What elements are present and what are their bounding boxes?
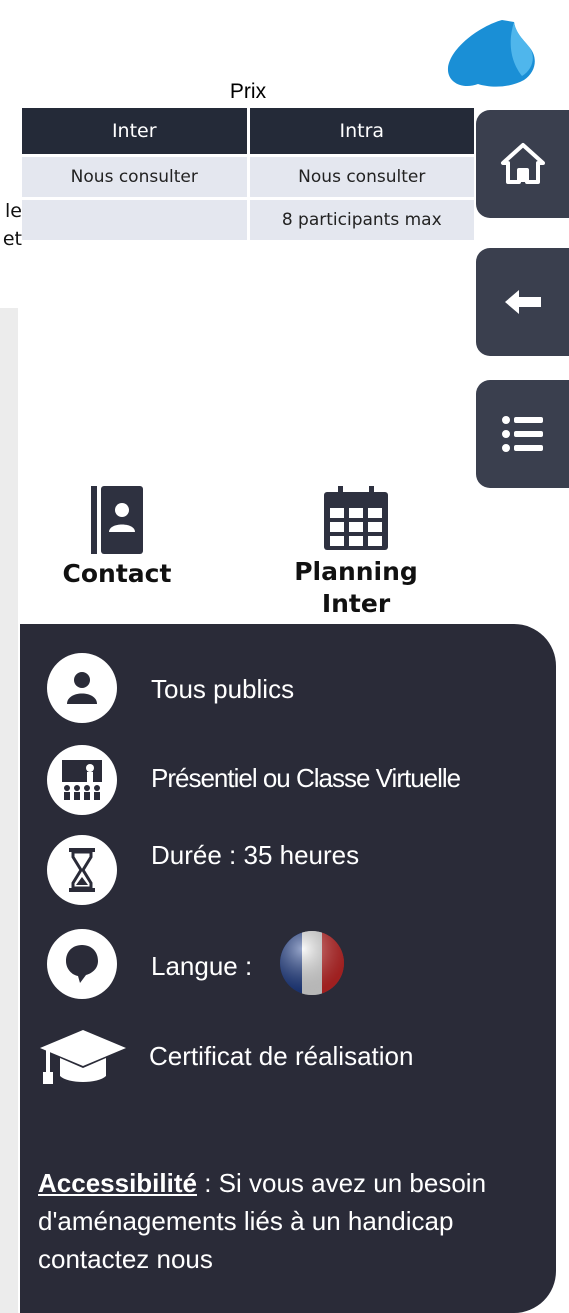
- modality-text: Présentiel ou Classe Virtuelle: [151, 763, 461, 793]
- home-button[interactable]: [476, 110, 569, 218]
- accessibility-label: Accessibilité: [38, 1168, 197, 1198]
- price-cell: [22, 197, 248, 240]
- planning-label: Planning Inter: [294, 557, 418, 618]
- speech-bubble-icon: [47, 929, 117, 999]
- clipped-text: le: [5, 200, 22, 222]
- price-table: Inter Intra Nous consulter Nous consulte…: [22, 108, 474, 240]
- home-icon: [500, 143, 545, 184]
- planning-link[interactable]: Planning Inter: [286, 486, 426, 620]
- price-header-intra: Intra: [246, 108, 474, 156]
- left-content-strip: [0, 308, 18, 1313]
- classroom-icon: [47, 745, 117, 815]
- accessibility-note: Accessibilité : Si vous avez un besoin d…: [38, 1164, 538, 1278]
- french-flag-icon: [280, 931, 344, 995]
- user-icon: [47, 653, 117, 723]
- contact-label: Contact: [62, 559, 172, 588]
- back-button[interactable]: [476, 248, 569, 356]
- address-book-icon: [91, 486, 143, 554]
- price-cell: Nous consulter: [22, 154, 248, 199]
- training-info-panel: Tous publics Présentiel ou Classe Virtue…: [20, 624, 556, 1313]
- price-cell: Nous consulter: [246, 154, 474, 199]
- table-row: Nous consulter Nous consulter: [22, 154, 474, 199]
- price-cell: 8 participants max: [246, 197, 474, 240]
- language-label: Langue :: [151, 951, 253, 981]
- menu-button[interactable]: [476, 380, 569, 488]
- prix-title: Prix: [229, 80, 267, 103]
- table-row: 8 participants max: [22, 197, 474, 240]
- arrow-left-icon: [504, 290, 541, 314]
- calendar-icon: [324, 486, 388, 550]
- duration-text: Durée : 35 heures: [151, 840, 360, 870]
- list-icon: [501, 416, 543, 452]
- certificate-text: Certificat de réalisation: [149, 1041, 414, 1071]
- audience-text: Tous publics: [151, 674, 295, 704]
- hourglass-icon: [47, 835, 117, 905]
- graduation-cap-icon: [40, 1030, 126, 1084]
- contact-link[interactable]: Contact: [52, 486, 182, 590]
- price-header-inter: Inter: [22, 108, 248, 156]
- clipped-text: et: [2, 228, 22, 250]
